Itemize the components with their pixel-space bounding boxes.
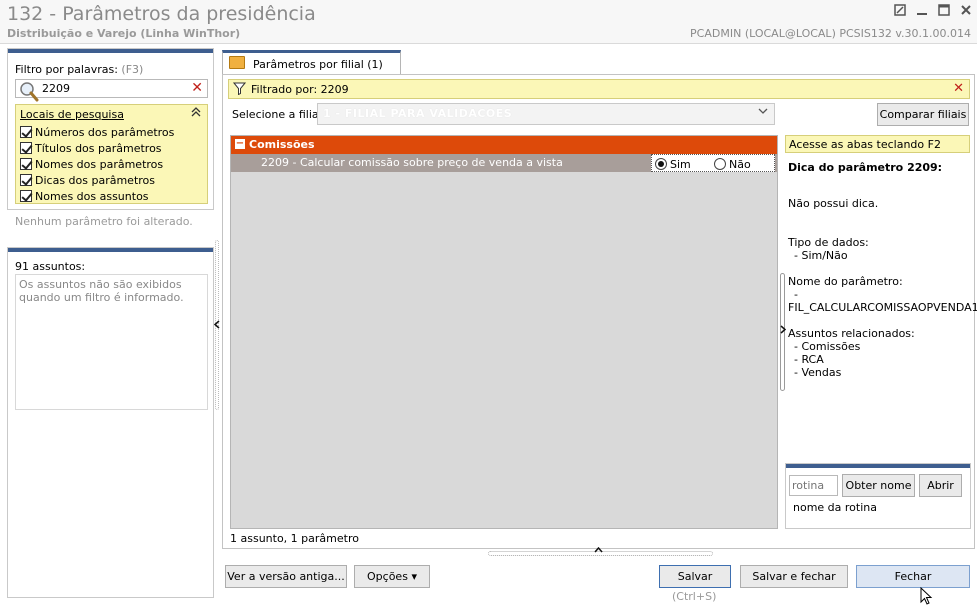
minimize-icon[interactable] xyxy=(915,4,929,18)
search-icon xyxy=(20,82,39,102)
routine-input-field[interactable] xyxy=(790,476,837,495)
panel-header-bar xyxy=(8,248,213,252)
parameter-label: 2209 - Calcular comissão sobre preço de … xyxy=(261,156,563,169)
radio-unselected-icon[interactable] xyxy=(714,158,726,170)
checkbox-checked-icon[interactable] xyxy=(20,126,32,138)
help-title: Dica do parâmetro 2209: xyxy=(788,161,943,174)
user-session-info: PCADMIN (LOCAL@LOCAL) PCSIS132 v.30.1.00… xyxy=(690,27,971,40)
compare-branches-button[interactable]: Comparar filiais xyxy=(877,103,969,126)
checkbox-checked-icon[interactable] xyxy=(20,174,32,186)
change-status-text: Nenhum parâmetro foi alterado. xyxy=(15,215,193,228)
group-label: Comissões xyxy=(249,138,315,151)
checkbox-checked-icon[interactable] xyxy=(20,190,32,202)
topics-list[interactable]: Os assuntos não são exibidos quando um f… xyxy=(15,274,208,410)
save-shortcut-hint: (Ctrl+S) xyxy=(672,590,717,603)
group-row[interactable]: − Comissões xyxy=(231,136,777,154)
table-row[interactable]: 2209 - Calcular comissão sobre preço de … xyxy=(231,154,777,172)
collapse-up-icon[interactable] xyxy=(594,545,603,556)
tab-params-by-branch[interactable]: Parâmetros por filial (1) xyxy=(222,50,401,75)
help-no-tip: Não possui dica. xyxy=(788,197,879,210)
options-button[interactable]: Opções ▾ xyxy=(354,565,430,588)
help-related-item[interactable]: - Comissões xyxy=(794,340,860,353)
save-button[interactable]: Salvar xyxy=(659,565,731,588)
filter-bar-text: Filtrado por: 2209 xyxy=(251,83,349,96)
help-data-type-label: Tipo de dados: xyxy=(788,236,869,249)
help-param-name-value: FIL_CALCULARCOMISSAOPVENDA1 xyxy=(788,301,977,314)
filter-icon xyxy=(232,82,247,98)
topics-panel: 91 assuntos: Os assuntos não são exibido… xyxy=(7,247,214,598)
window-title: 132 - Parâmetros da presidência xyxy=(7,3,316,25)
location-checkbox-topic-names[interactable]: Nomes dos assuntos xyxy=(20,190,149,206)
collapse-group-icon[interactable]: − xyxy=(235,139,245,149)
help-related-item[interactable]: - Vendas xyxy=(794,366,841,379)
dropdown-arrow-icon: ▾ xyxy=(411,570,417,583)
help-data-type-value: - Sim/Não xyxy=(794,249,848,262)
chevron-down-icon[interactable] xyxy=(758,107,768,118)
location-checkbox-param-titles[interactable]: Títulos dos parâmetros xyxy=(20,142,162,158)
filter-label: Filtro por palavras: (F3) xyxy=(15,63,144,76)
folder-icon xyxy=(229,56,245,69)
location-checkbox-param-tips[interactable]: Dicas dos parâmetros xyxy=(20,174,155,190)
old-version-button[interactable]: Ver a versão antiga... xyxy=(225,565,347,588)
search-locations-box: Locais de pesquisa Números dos parâmetro… xyxy=(15,104,208,204)
checkbox-checked-icon[interactable] xyxy=(20,158,32,170)
hint-text: Acesse as abas teclando F2 xyxy=(789,138,941,151)
filter-bar: Filtrado por: 2209 ✕ xyxy=(228,79,970,99)
radio-selected-icon[interactable] xyxy=(655,158,667,170)
open-routine-button[interactable]: Abrir xyxy=(919,474,962,497)
restore-icon[interactable] xyxy=(893,4,907,18)
routine-lookup-box: Obter nome Abrir nome da rotina xyxy=(785,463,971,529)
main-panel: Filtrado por: 2209 ✕ Selecione a filial:… xyxy=(222,74,977,556)
get-name-button[interactable]: Obter nome xyxy=(842,474,915,497)
parameters-grid: − Comissões 2209 - Calcular comissão sob… xyxy=(230,135,778,529)
search-locations-title[interactable]: Locais de pesquisa xyxy=(20,108,124,121)
help-param-name-label: Nome do parâmetro: xyxy=(788,275,903,288)
tab-label: Parâmetros por filial (1) xyxy=(253,58,383,71)
routine-name-label: nome da rotina xyxy=(793,501,877,514)
hint-bar: Acesse as abas teclando F2 xyxy=(785,135,970,153)
left-splitter[interactable] xyxy=(213,240,221,410)
search-input[interactable]: 2209 ✕ xyxy=(15,79,208,102)
clear-filter-icon[interactable]: ✕ xyxy=(953,81,964,96)
topics-count-label: 91 assuntos: xyxy=(15,260,86,273)
bottom-splitter[interactable] xyxy=(488,546,713,557)
maximize-icon[interactable] xyxy=(937,4,951,18)
close-icon[interactable] xyxy=(959,4,973,18)
mouse-cursor-icon xyxy=(920,587,933,605)
save-and-close-button[interactable]: Salvar e fechar xyxy=(740,565,848,588)
clear-search-icon[interactable]: ✕ xyxy=(191,80,203,96)
routine-input[interactable] xyxy=(789,475,838,496)
close-button[interactable]: Fechar xyxy=(856,565,970,588)
checkbox-checked-icon[interactable] xyxy=(20,142,32,154)
location-checkbox-param-numbers[interactable]: Números dos parâmetros xyxy=(20,126,174,142)
option-yes-radio[interactable]: Sim xyxy=(655,158,691,171)
branch-select-value: 1 - FILIAL PARA VALIDACOES xyxy=(323,107,513,120)
help-param-name-dash: - xyxy=(794,288,798,301)
left-panel: Filtro por palavras: (F3) 2209 ✕ Locais … xyxy=(7,48,214,598)
grid-status-text: 1 assunto, 1 parâmetro xyxy=(230,532,359,545)
filter-panel: Filtro por palavras: (F3) 2209 ✕ Locais … xyxy=(7,48,214,228)
branch-select-label: Selecione a filial: xyxy=(232,108,326,121)
panel-header-bar xyxy=(8,49,213,53)
help-related-item[interactable]: - RCA xyxy=(794,353,824,366)
location-checkbox-param-names[interactable]: Nomes dos parâmetros xyxy=(20,158,163,174)
collapse-icon[interactable] xyxy=(191,107,201,120)
collapse-left-icon[interactable] xyxy=(213,320,220,332)
window-subtitle: Distribuição e Varejo (Linha WinThor) xyxy=(7,27,241,40)
title-bar: 132 - Parâmetros da presidência Distribu… xyxy=(0,0,977,44)
topics-note: Os assuntos não são exibidos quando um f… xyxy=(19,278,184,304)
parameter-value-options[interactable]: Sim Não xyxy=(651,154,775,172)
help-related-label: Assuntos relacionados: xyxy=(788,327,915,340)
branch-select[interactable]: 1 - FILIAL PARA VALIDACOES xyxy=(317,103,775,125)
search-value: 2209 xyxy=(42,82,70,95)
panel-header-bar xyxy=(786,464,970,468)
option-no-radio[interactable]: Não xyxy=(714,158,751,171)
